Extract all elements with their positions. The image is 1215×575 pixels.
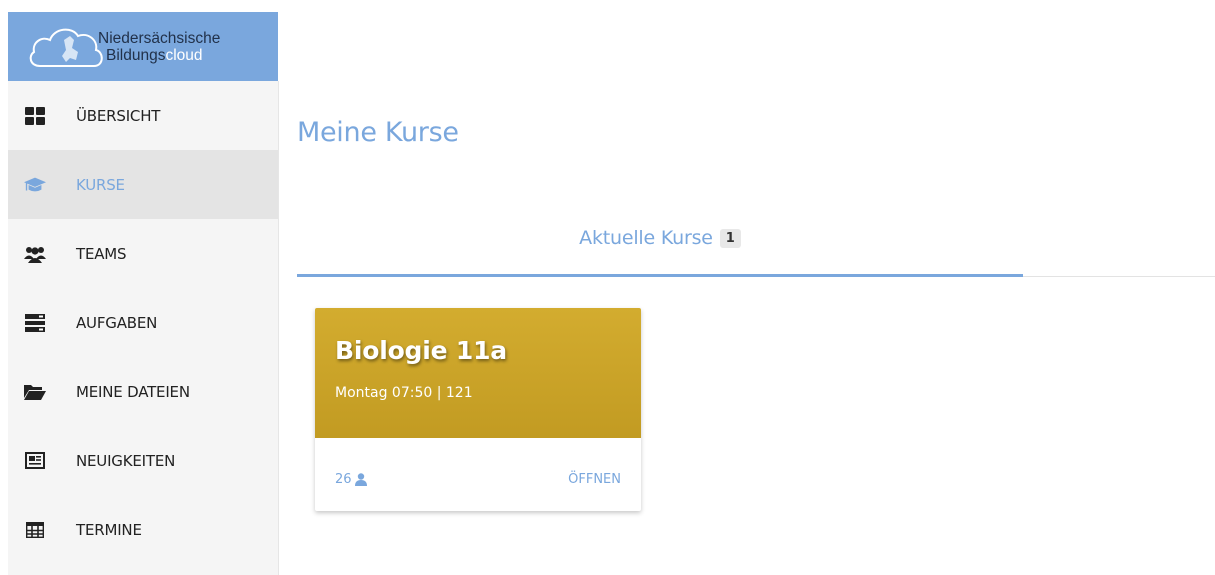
users-icon xyxy=(24,243,46,265)
logo-line-2a: Bildungs xyxy=(106,46,166,64)
sidebar-item-uebersicht[interactable]: ÜBERSICHT xyxy=(8,81,278,150)
sidebar-item-meine-dateien[interactable]: MEINE DATEIEN xyxy=(8,357,278,426)
table-icon xyxy=(24,519,46,541)
sidebar-item-teams[interactable]: TEAMS xyxy=(8,219,278,288)
sidebar: Niedersächsische Bildungscloud ÜBERSICHT… xyxy=(8,12,278,575)
logo-line-1: Niedersächsische xyxy=(98,29,221,47)
sidebar-item-label: MEINE DATEIEN xyxy=(76,382,190,401)
logo-line-2: Bildungscloud xyxy=(98,47,220,64)
nav-list: ÜBERSICHT KURSE TEAMS AUFGABEN MEINE DAT… xyxy=(8,81,278,564)
user-icon xyxy=(354,473,367,486)
course-schedule: Montag 07:50 | 121 xyxy=(335,385,473,401)
tab-content: Aktuelle Kurse 1 xyxy=(579,227,741,278)
sidebar-item-termine[interactable]: TERMINE xyxy=(8,495,278,564)
open-course-button[interactable]: ÖFFNEN xyxy=(568,472,621,487)
logo[interactable]: Niedersächsische Bildungscloud xyxy=(8,12,278,81)
newspaper-icon xyxy=(24,450,46,472)
sidebar-item-neuigkeiten[interactable]: NEUIGKEITEN xyxy=(8,426,278,495)
sidebar-item-label: KURSE xyxy=(76,175,125,194)
course-title: Biologie 11a xyxy=(335,336,507,365)
tasks-icon xyxy=(24,312,46,334)
sidebar-item-label: TEAMS xyxy=(76,244,127,263)
folder-open-icon xyxy=(24,381,46,403)
sidebar-item-label: TERMINE xyxy=(76,520,142,539)
sidebar-item-label: NEUIGKEITEN xyxy=(76,451,176,470)
tab-aktuelle-kurse[interactable]: Aktuelle Kurse 1 xyxy=(297,222,1023,278)
tab-label: Aktuelle Kurse xyxy=(579,227,713,249)
course-card-header[interactable]: Biologie 11a Montag 07:50 | 121 xyxy=(315,308,641,438)
page-title: Meine Kurse xyxy=(297,117,459,148)
dashboard-icon xyxy=(24,105,46,127)
sidebar-item-aufgaben[interactable]: AUFGABEN xyxy=(8,288,278,357)
course-card[interactable]: Biologie 11a Montag 07:50 | 121 26 ÖFFNE… xyxy=(315,308,641,511)
active-tab-indicator xyxy=(297,274,1023,277)
course-card-footer: 26 ÖFFNEN xyxy=(315,438,641,511)
count-badge: 1 xyxy=(719,229,741,248)
sidebar-item-label: ÜBERSICHT xyxy=(76,106,161,125)
sidebar-item-kurse[interactable]: KURSE xyxy=(8,150,278,219)
graduation-cap-icon xyxy=(24,174,46,196)
sidebar-divider xyxy=(278,81,279,575)
logo-text: Niedersächsische Bildungscloud xyxy=(98,30,220,64)
member-count-value: 26 xyxy=(335,472,352,487)
member-count: 26 xyxy=(335,472,367,487)
course-tabs: Aktuelle Kurse 1 xyxy=(297,222,1215,278)
sidebar-item-label: AUFGABEN xyxy=(76,313,158,332)
logo-line-2b: cloud xyxy=(165,46,203,64)
